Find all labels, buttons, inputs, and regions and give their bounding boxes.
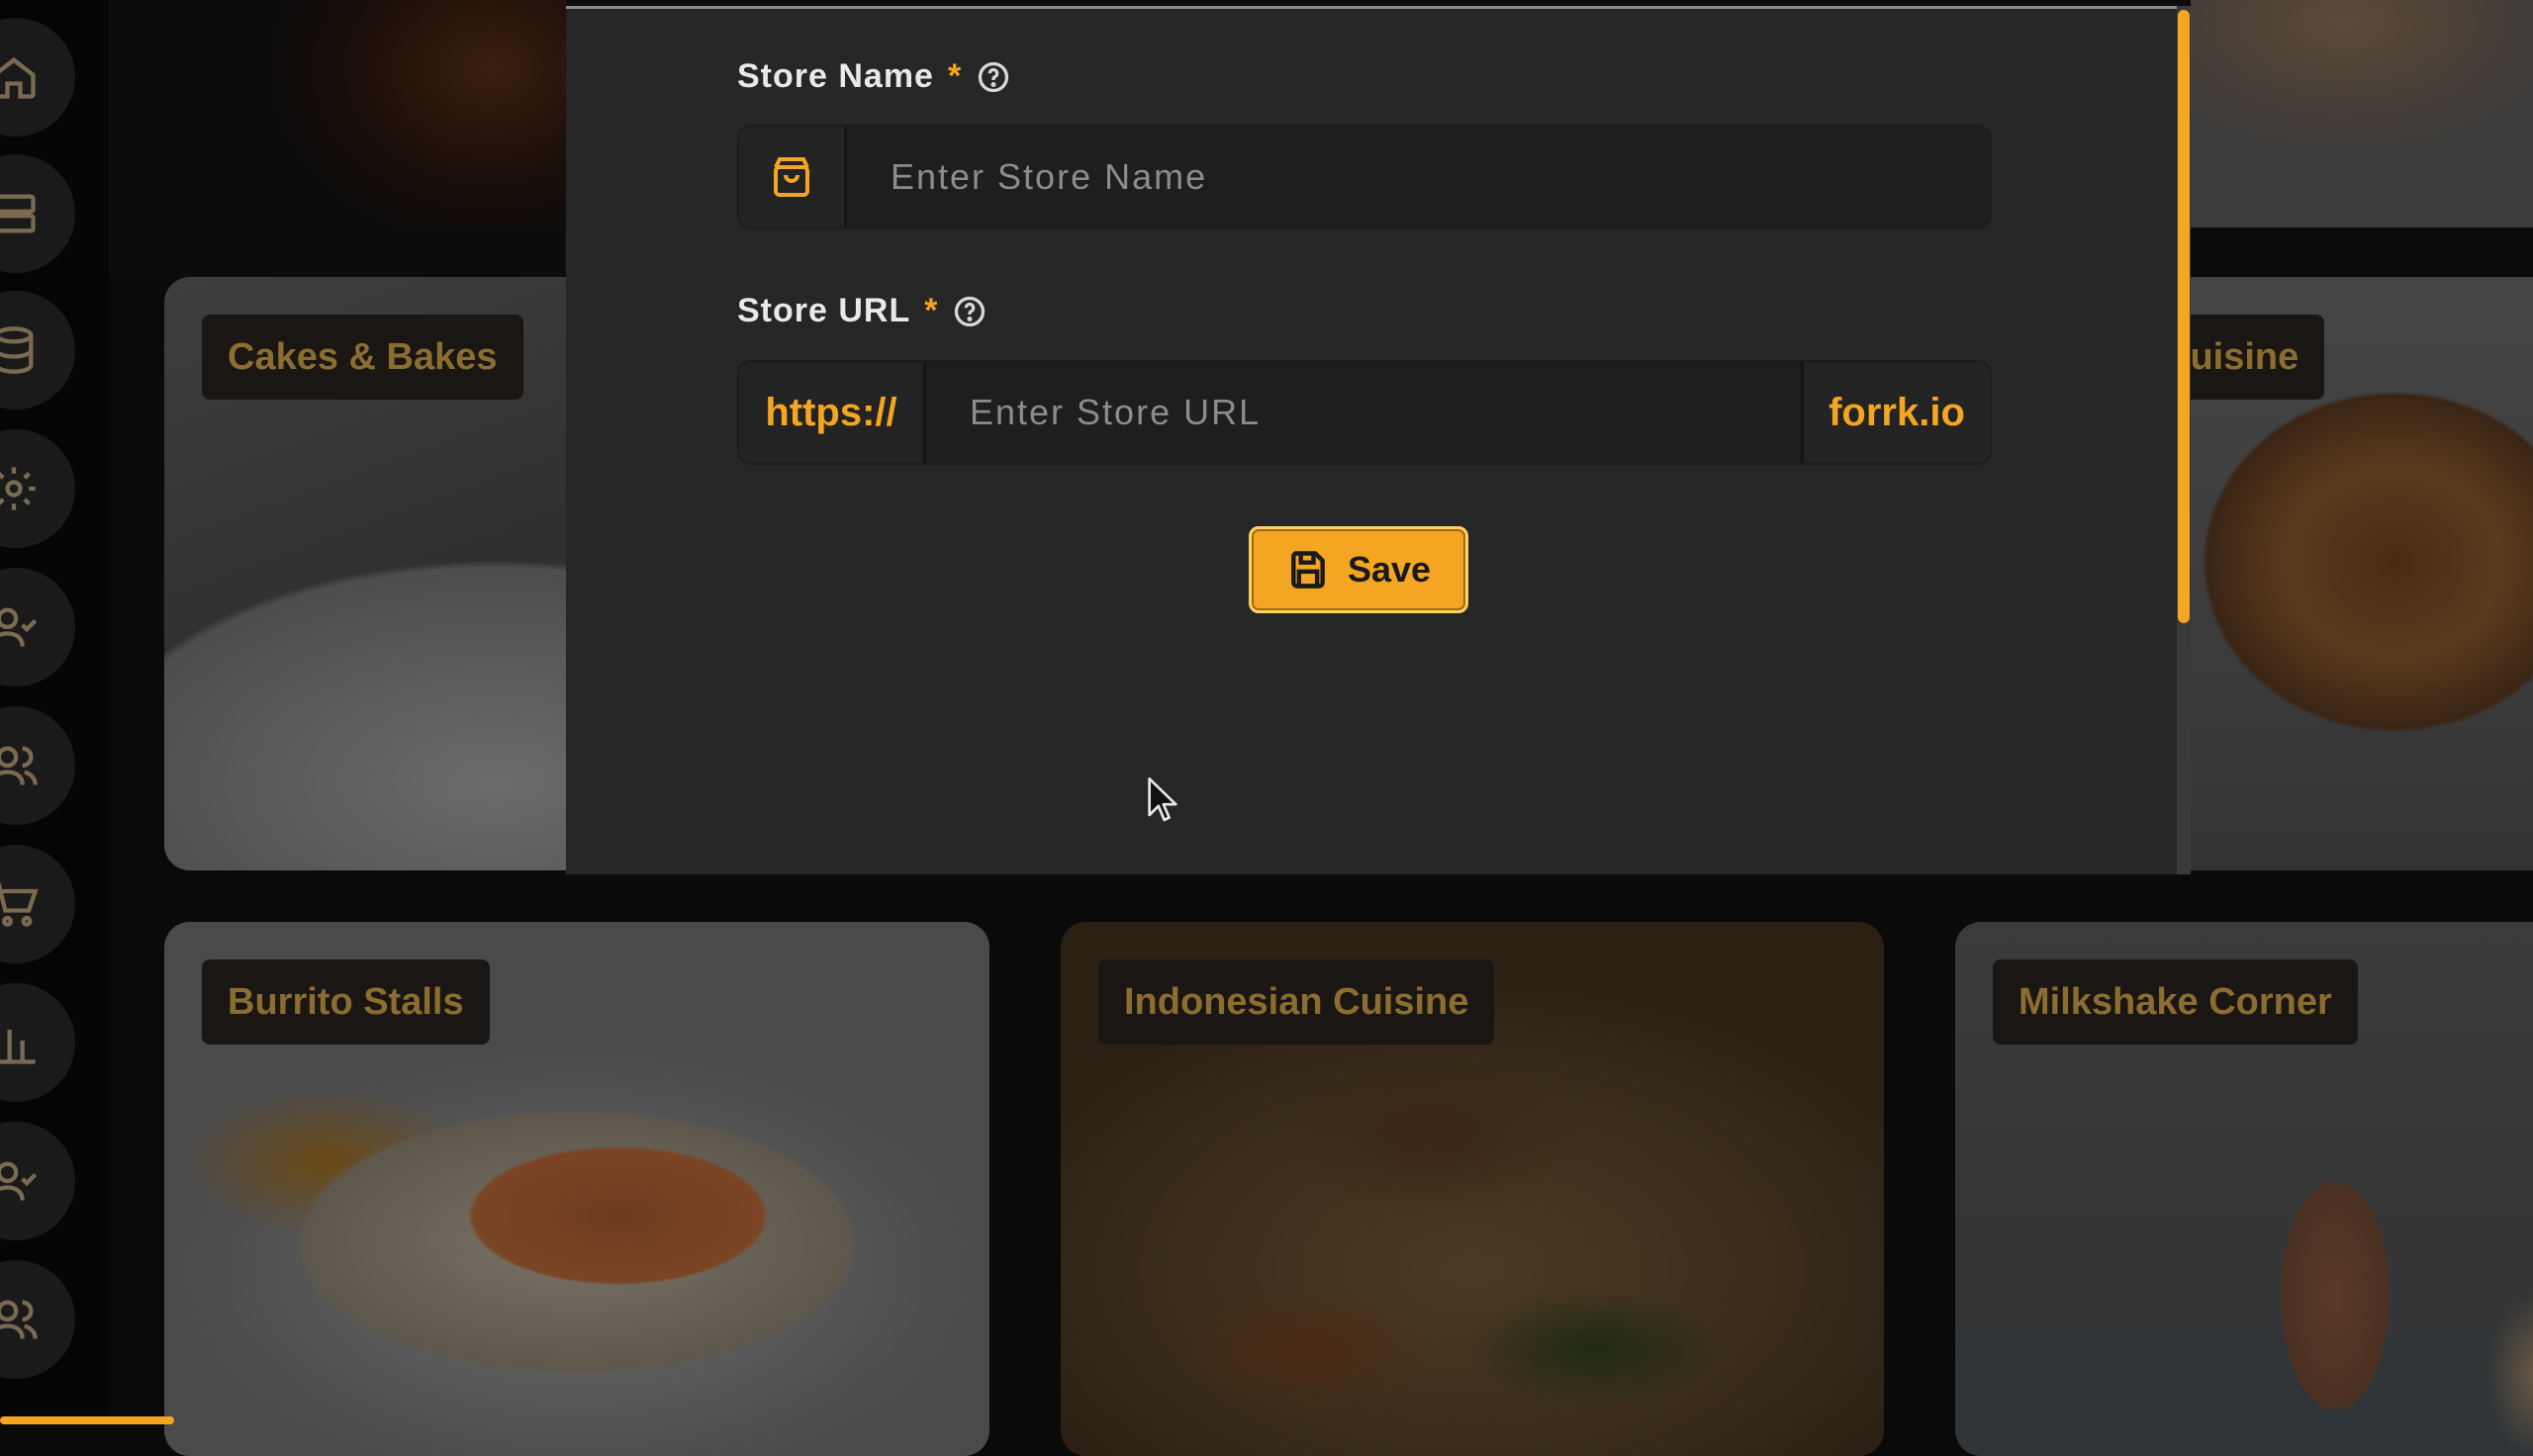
- store-name-input[interactable]: [847, 127, 1990, 228]
- store-name-label-text: Store Name: [737, 57, 934, 95]
- category-card[interactable]: Indonesian Cuisine: [1061, 922, 1884, 1456]
- card-label: Burrito Stalls: [202, 959, 490, 1045]
- sidebar-item-settings[interactable]: [0, 429, 75, 548]
- user-check-icon: [0, 1161, 38, 1201]
- floppy-disk-icon: [1291, 551, 1325, 589]
- database-icon: [0, 326, 34, 374]
- bar-chart-icon: [0, 1030, 36, 1064]
- sidebar-item-user-verify-2[interactable]: [0, 1122, 75, 1240]
- sidebar-item-home[interactable]: [0, 18, 75, 136]
- banner-food-image-right: [2191, 0, 2533, 228]
- store-name-input-group: [737, 125, 1992, 229]
- help-icon[interactable]: [952, 294, 987, 329]
- store-name-addon: [739, 127, 847, 228]
- modal-scrollbar-thumb[interactable]: [2178, 10, 2190, 623]
- users-icon: [0, 1300, 38, 1339]
- users-icon: [0, 746, 38, 785]
- sidebar-item-users-2[interactable]: [0, 1260, 75, 1379]
- card-label: Milkshake Corner: [1993, 959, 2358, 1045]
- category-card[interactable]: Burrito Stalls: [164, 922, 989, 1456]
- sidebar-item-user-verify[interactable]: [0, 568, 75, 686]
- banner-food-image-left: [188, 0, 566, 228]
- category-card[interactable]: Milkshake Corner: [1955, 922, 2533, 1456]
- home-icon: [0, 56, 36, 99]
- cart-icon: [0, 882, 39, 927]
- user-check-icon: [0, 607, 38, 647]
- gear-icon: [0, 467, 36, 510]
- help-icon[interactable]: [976, 59, 1011, 95]
- server-icon: [0, 194, 36, 233]
- url-prefix: https://: [739, 362, 926, 463]
- save-button[interactable]: Save: [1249, 526, 1468, 613]
- store-url-label: Store URL *: [737, 292, 987, 330]
- sidebar: [0, 0, 109, 1424]
- required-asterisk: *: [947, 57, 963, 95]
- sidebar-item-database[interactable]: [0, 291, 75, 410]
- url-suffix: forrk.io: [1801, 362, 1990, 463]
- card-label: Indonesian Cuisine: [1098, 959, 1495, 1045]
- save-button-label: Save: [1347, 549, 1432, 590]
- sidebar-item-analytics[interactable]: [0, 983, 75, 1102]
- store-url-input-group: https:// forrk.io: [737, 360, 1992, 465]
- store-url-input[interactable]: [926, 362, 1801, 463]
- sidebar-item-users[interactable]: [0, 706, 75, 825]
- active-indicator-bar: [0, 1416, 174, 1424]
- shopping-bag-icon: [774, 157, 809, 197]
- store-name-label: Store Name *: [737, 57, 1011, 96]
- sidebar-item-cart[interactable]: [0, 845, 75, 963]
- mouse-pointer-icon: [1148, 777, 1177, 822]
- card-label: Cakes & Bakes: [202, 315, 523, 400]
- store-url-label-text: Store URL: [737, 292, 911, 329]
- sidebar-item-servers[interactable]: [0, 154, 75, 273]
- required-asterisk: *: [924, 292, 939, 329]
